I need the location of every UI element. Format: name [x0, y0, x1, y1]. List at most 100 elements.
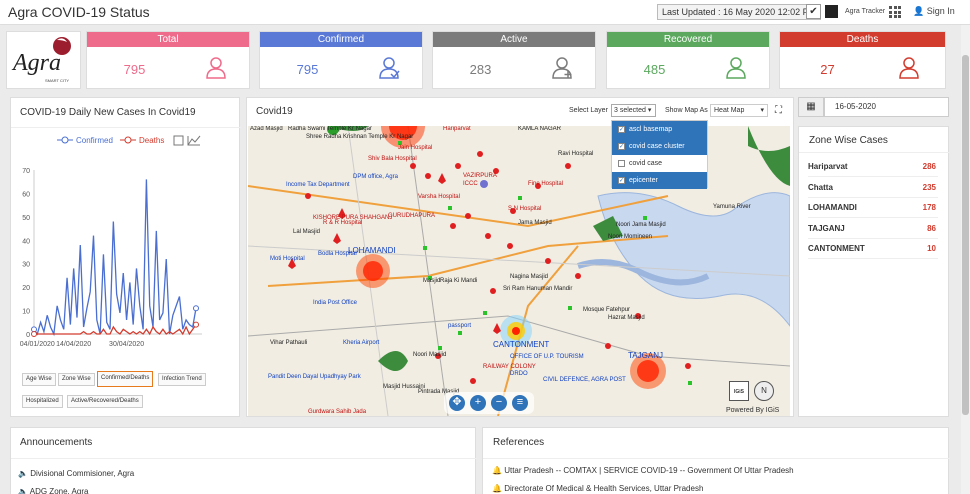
zone-row: Hariparvat 286 — [808, 157, 938, 177]
layer-option-epicenter[interactable]: ✓ epicenter — [612, 172, 707, 189]
pan-icon[interactable]: ✥ — [449, 395, 465, 411]
map-label: Fine Hospital — [528, 181, 564, 187]
zoom-in-button[interactable]: + — [470, 395, 486, 411]
logo-graphic: Agra SMART CITY — [11, 37, 71, 83]
bell-icon: 🔔 — [492, 466, 502, 475]
caret-down-icon: ▾ — [760, 107, 764, 114]
map-label: KAMLA NAGAR — [518, 126, 562, 132]
date-input[interactable]: 16-05-2020 — [824, 97, 949, 117]
map-label: Nagina Masjid — [510, 274, 549, 280]
layer-option-ascl-basemap[interactable]: ✓ ascl basemap — [612, 121, 707, 138]
stat-card-value: 795 — [296, 62, 319, 77]
refresh-checkbox[interactable]: ✔ — [806, 4, 821, 19]
stat-card-2: Active 283 — [432, 31, 596, 89]
chart-button-active-recovered-deaths[interactable]: Active/Recovered/Deaths — [67, 395, 143, 408]
covid-map[interactable]: Azad Masjid Radha Swami Temple Kr Nagar Sh… — [248, 126, 790, 416]
map-label: S N Hospital — [508, 206, 542, 212]
map-label: Radha Swami Temple Kr Nagar — [288, 126, 372, 132]
checkbox-icon[interactable]: ✓ — [618, 177, 625, 184]
sign-in-button[interactable]: 👤 Sign In — [913, 6, 955, 17]
dark-mode-toggle[interactable] — [825, 5, 838, 18]
x-tick-label: 14/04/2020 — [56, 341, 91, 348]
apps-grid-icon[interactable] — [889, 6, 901, 18]
zone-row: CANTONMENT 10 — [808, 239, 938, 259]
map-title: Covid19 — [256, 106, 293, 117]
checkbox-icon[interactable] — [618, 160, 625, 167]
bell-icon: 🔔 — [492, 484, 502, 493]
chart-button-zone-wise[interactable]: Zone Wise — [58, 373, 95, 386]
powered-by: Powered By IGiS — [726, 407, 780, 414]
person-outline-icon — [206, 57, 226, 79]
data-point — [193, 321, 199, 328]
stat-card-header: Active — [433, 32, 595, 47]
y-tick-label: 10 — [22, 309, 30, 316]
reference-item[interactable]: 🔔 Uttar Pradesh -- COMTAX | SERVICE COVI… — [492, 466, 794, 475]
map-label: Jain Hospital — [398, 145, 433, 151]
map-label: OFFICE OF U.P. TOURISM — [510, 354, 584, 360]
fullscreen-icon[interactable]: ⛶ — [775, 105, 782, 116]
map-label: Lal Masjid — [293, 229, 321, 235]
map-label: GURUDHAPURA — [388, 213, 436, 219]
stat-card-1: Confirmed 795 — [259, 31, 423, 89]
reference-item[interactable]: 🔔 Directorate Of Medical & Health Servic… — [492, 484, 703, 493]
announcement-item[interactable]: 🔈 Divisional Commisioner, Agra — [18, 469, 134, 478]
page-scrollbar[interactable] — [961, 25, 970, 494]
map-label: Sri Ram Hanuman Mandir — [503, 286, 573, 292]
layers-list-button[interactable]: ≡ — [512, 395, 528, 411]
show-map-as-label: Show Map As — [665, 107, 708, 114]
zone-title: Zone Wise Cases — [809, 135, 888, 146]
zone-name: LOHAMANDI — [808, 203, 857, 212]
zoom-out-button[interactable]: − — [491, 395, 507, 411]
map-label: Noori Momineen — [608, 234, 653, 240]
zone-name: CANTONMENT — [808, 244, 865, 253]
show-map-as-select[interactable]: Heat Map ▾ — [710, 104, 768, 117]
legend-label: Confirmed — [76, 136, 113, 145]
checkbox-icon[interactable]: ✓ — [618, 143, 625, 150]
map-label: passport — [448, 323, 472, 329]
references-title: References — [493, 437, 545, 448]
stat-card-value: 27 — [820, 62, 835, 77]
map-label: India Post Office — [313, 300, 357, 306]
y-tick-label: 50 — [22, 215, 30, 222]
person-check-icon — [379, 57, 400, 79]
stat-card-value: 795 — [123, 62, 146, 77]
map-label: Gurdwara Sahib Jada — [308, 409, 367, 415]
layer-dropdown-menu[interactable]: ✓ ascl basemap ✓ covid case cluster covid ca… — [611, 120, 708, 189]
legend-marker — [124, 136, 132, 144]
y-tick-label: 0 — [26, 332, 30, 339]
map-label: Hazrat Masjid — [608, 315, 645, 321]
x-tick-label: 30/04/2020 — [109, 341, 144, 348]
map-label: Income Tax Department — [286, 182, 350, 188]
zone-count: 10 — [927, 244, 936, 253]
checkbox-icon[interactable]: ✓ — [618, 126, 625, 133]
series-line-deaths — [34, 324, 197, 336]
agra-tracker-link[interactable]: Agra Tracker — [845, 8, 885, 15]
chart-button-confirmed-deaths[interactable]: Confirmed/Deaths — [97, 371, 154, 387]
chart-button-age-wise[interactable]: Age Wise — [22, 373, 56, 386]
daily-cases-chart: Confirmed Deaths 0 10 20 30 40 50 60 70 04/01/2020… — [20, 135, 202, 348]
sign-in-label: Sign In — [926, 6, 955, 16]
zone-name: Chatta — [808, 182, 833, 192]
last-updated: Last Updated : 16 May 2020 12:02 PM — [657, 4, 822, 20]
zone-row: Chatta 235 — [808, 178, 938, 198]
map-label: DPM office, Agra — [353, 174, 398, 180]
person-icon — [899, 57, 919, 79]
map-label: Jama Masjid — [518, 220, 552, 226]
announcement-item[interactable]: 🔈 ADG Zone, Agra — [18, 487, 88, 494]
data-point — [31, 331, 37, 337]
map-label: CANTONMENT — [493, 340, 550, 349]
map-label: Yamuna River — [713, 204, 751, 210]
layer-option-covid-case-cluster[interactable]: ✓ covid case cluster — [612, 138, 707, 155]
chart-button-infection-trend[interactable]: Infection Trend — [158, 373, 206, 386]
select-layer-dropdown[interactable]: 3 selected ▾ — [611, 104, 656, 117]
layer-option-covid-case[interactable]: covid case — [612, 155, 707, 172]
person-add-icon — [552, 57, 572, 79]
map-label: Moti Hospital — [270, 256, 305, 262]
chart-button-hospitalized[interactable]: Hospitalized — [22, 395, 63, 408]
zone-row: TAJGANJ 86 — [808, 219, 938, 239]
top-bar: Agra COVID-19 Status Last Updated : 16 M… — [0, 0, 970, 25]
date-panel: ▦ 16-05-2020 — [798, 97, 949, 119]
calendar-icon[interactable]: ▦ — [798, 97, 824, 117]
y-tick-label: 20 — [22, 285, 30, 292]
stat-card-value: 485 — [643, 62, 666, 77]
